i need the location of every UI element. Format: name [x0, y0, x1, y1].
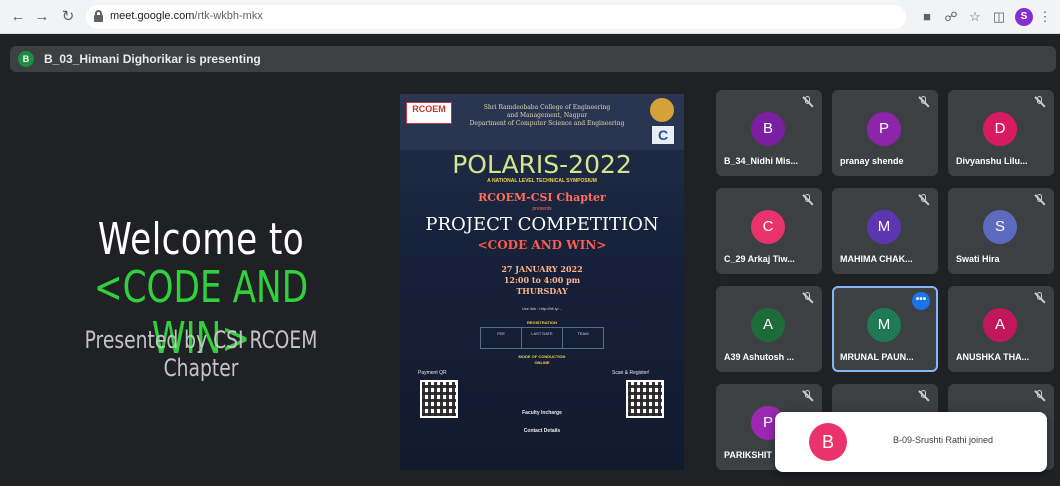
presenter-avatar: B — [18, 51, 34, 67]
participant-tile[interactable]: P pranay shende — [832, 90, 938, 176]
more-options-button[interactable]: ••• — [912, 292, 930, 310]
sidepanel-icon[interactable]: ◫ — [990, 8, 1008, 26]
profile-avatar[interactable]: S — [1015, 8, 1033, 26]
rcoem-logo: RCOEM — [406, 102, 452, 124]
event-poster: RCOEM Shri Ramdeobaba College of Enginee… — [400, 94, 684, 470]
poster-contact: Contact Details — [523, 428, 561, 434]
toast-avatar: B — [809, 423, 847, 461]
participant-tile[interactable]: M MAHIMA CHAK... — [832, 188, 938, 274]
meet-stage: B B_03_Himani Dighorikar is presenting W… — [0, 34, 1060, 486]
lock-icon[interactable] — [94, 10, 103, 22]
participant-name: pranay shende — [840, 156, 904, 166]
poster-chapter: RCOEM-CSI Chapter — [478, 191, 606, 204]
college-name: Shri Ramdeobaba College of Engineering a… — [469, 104, 625, 127]
reg-fee-cell: FEE — [481, 328, 522, 348]
poster-registration-title: REGISTRATION — [527, 320, 557, 325]
participant-tile-active[interactable]: ••• M MRUNAL PAUN... — [832, 286, 938, 372]
share-icon[interactable]: ☍ — [942, 8, 960, 26]
menu-dots-icon[interactable]: ⋮ — [1036, 8, 1054, 26]
participant-name: ANUSHKA THA... — [956, 352, 1030, 362]
mic-off-icon — [1034, 390, 1046, 402]
participant-avatar: A — [751, 308, 785, 342]
poster-competition-title: PROJECT COMPETITION — [425, 214, 659, 235]
slide-welcome-text: Welcome to — [97, 214, 305, 265]
slide-presented-by-text: Presented by CSI RCOEM Chapter — [84, 326, 318, 382]
participant-avatar: B — [751, 112, 785, 146]
participant-name: MRUNAL PAUN... — [840, 352, 914, 362]
participant-tile[interactable]: C C_29 Arkaj Tiw... — [716, 188, 822, 274]
participant-avatar: D — [983, 112, 1017, 146]
mic-off-icon — [1034, 292, 1046, 304]
poster-event-subtitle: A NATIONAL LEVEL TECHNICAL SYMPOSIUM — [487, 178, 597, 184]
participant-avatar: M — [867, 308, 901, 342]
participant-tile[interactable]: B B_34_Nidhi Mis... — [716, 90, 822, 176]
csi-logo: C — [652, 126, 674, 144]
poster-mode: MODE OF CONDUCTION ONLINE — [518, 354, 566, 365]
mic-off-icon — [1034, 96, 1046, 108]
participant-tile[interactable]: A ANUSHKA THA... — [948, 286, 1054, 372]
mic-off-icon — [1034, 194, 1046, 206]
poster-link: Use link : http://bit.ly/... — [521, 306, 563, 311]
reg-team-cell: TEAM — [577, 331, 589, 336]
poster-registration-table: FEE LAST DATE TEAM — [480, 327, 604, 349]
participant-avatar: P — [867, 112, 901, 146]
mic-off-icon — [918, 194, 930, 206]
participant-name: C_29 Arkaj Tiw... — [724, 254, 795, 264]
address-bar[interactable]: meet.google.com/rtk-wkbh-mkx — [86, 5, 906, 29]
poster-event-title: POLARIS-2022 — [452, 150, 632, 179]
toast-text: B-09-Srushti Rathi joined — [893, 435, 994, 445]
participant-avatar: A — [983, 308, 1017, 342]
college-emblem-icon — [650, 98, 674, 122]
participant-avatar: S — [983, 210, 1017, 244]
poster-tagline: <CODE AND WIN> — [477, 238, 607, 252]
star-icon[interactable]: ☆ — [966, 8, 984, 26]
presenting-text: B_03_Himani Dighorikar is presenting — [44, 52, 261, 66]
participant-name: Swati Hira — [956, 254, 1000, 264]
url-text: meet.google.com/rtk-wkbh-mkx — [110, 10, 263, 22]
forward-arrow-icon[interactable]: → — [32, 7, 52, 27]
participant-tile[interactable]: A A39 Ashutosh ... — [716, 286, 822, 372]
participant-avatar: C — [751, 210, 785, 244]
browser-toolbar: ← → ↻ meet.google.com/rtk-wkbh-mkx ■ ☍ ☆… — [0, 0, 1060, 34]
participant-avatar: M — [867, 210, 901, 244]
poster-date: 27 JANUARY 2022 12:00 to 4:00 pm THURSDA… — [501, 264, 583, 296]
reload-icon[interactable]: ↻ — [58, 7, 78, 27]
mic-off-icon — [918, 96, 930, 108]
mic-off-icon — [802, 194, 814, 206]
mic-off-icon — [802, 292, 814, 304]
participant-name: MAHIMA CHAK... — [840, 254, 913, 264]
scan-register-label: Scan & Register! — [612, 370, 650, 376]
participant-tile[interactable]: S Swati Hira — [948, 188, 1054, 274]
participant-tile[interactable]: D Divyanshu Lilu... — [948, 90, 1054, 176]
join-notification: B B-09-Srushti Rathi joined — [775, 412, 1047, 472]
payment-qr-label: Payment QR — [418, 370, 447, 376]
participant-name: B_34_Nidhi Mis... — [724, 156, 799, 166]
poster-faculty: Faculty Incharge — [522, 410, 562, 416]
participant-name: Divyanshu Lilu... — [956, 156, 1028, 166]
mic-off-icon — [918, 390, 930, 402]
participant-name: A39 Ashutosh ... — [724, 352, 795, 362]
camera-icon[interactable]: ■ — [918, 8, 936, 26]
reg-last-date-cell: LAST DATE — [522, 328, 563, 348]
mic-off-icon — [802, 96, 814, 108]
poster-presents: presents — [532, 206, 552, 212]
presenting-banner: B B_03_Himani Dighorikar is presenting — [10, 46, 1056, 72]
back-arrow-icon[interactable]: ← — [8, 7, 28, 27]
mic-off-icon — [802, 390, 814, 402]
shared-slide: Welcome to <CODE AND WIN> Presented by C… — [12, 94, 390, 486]
